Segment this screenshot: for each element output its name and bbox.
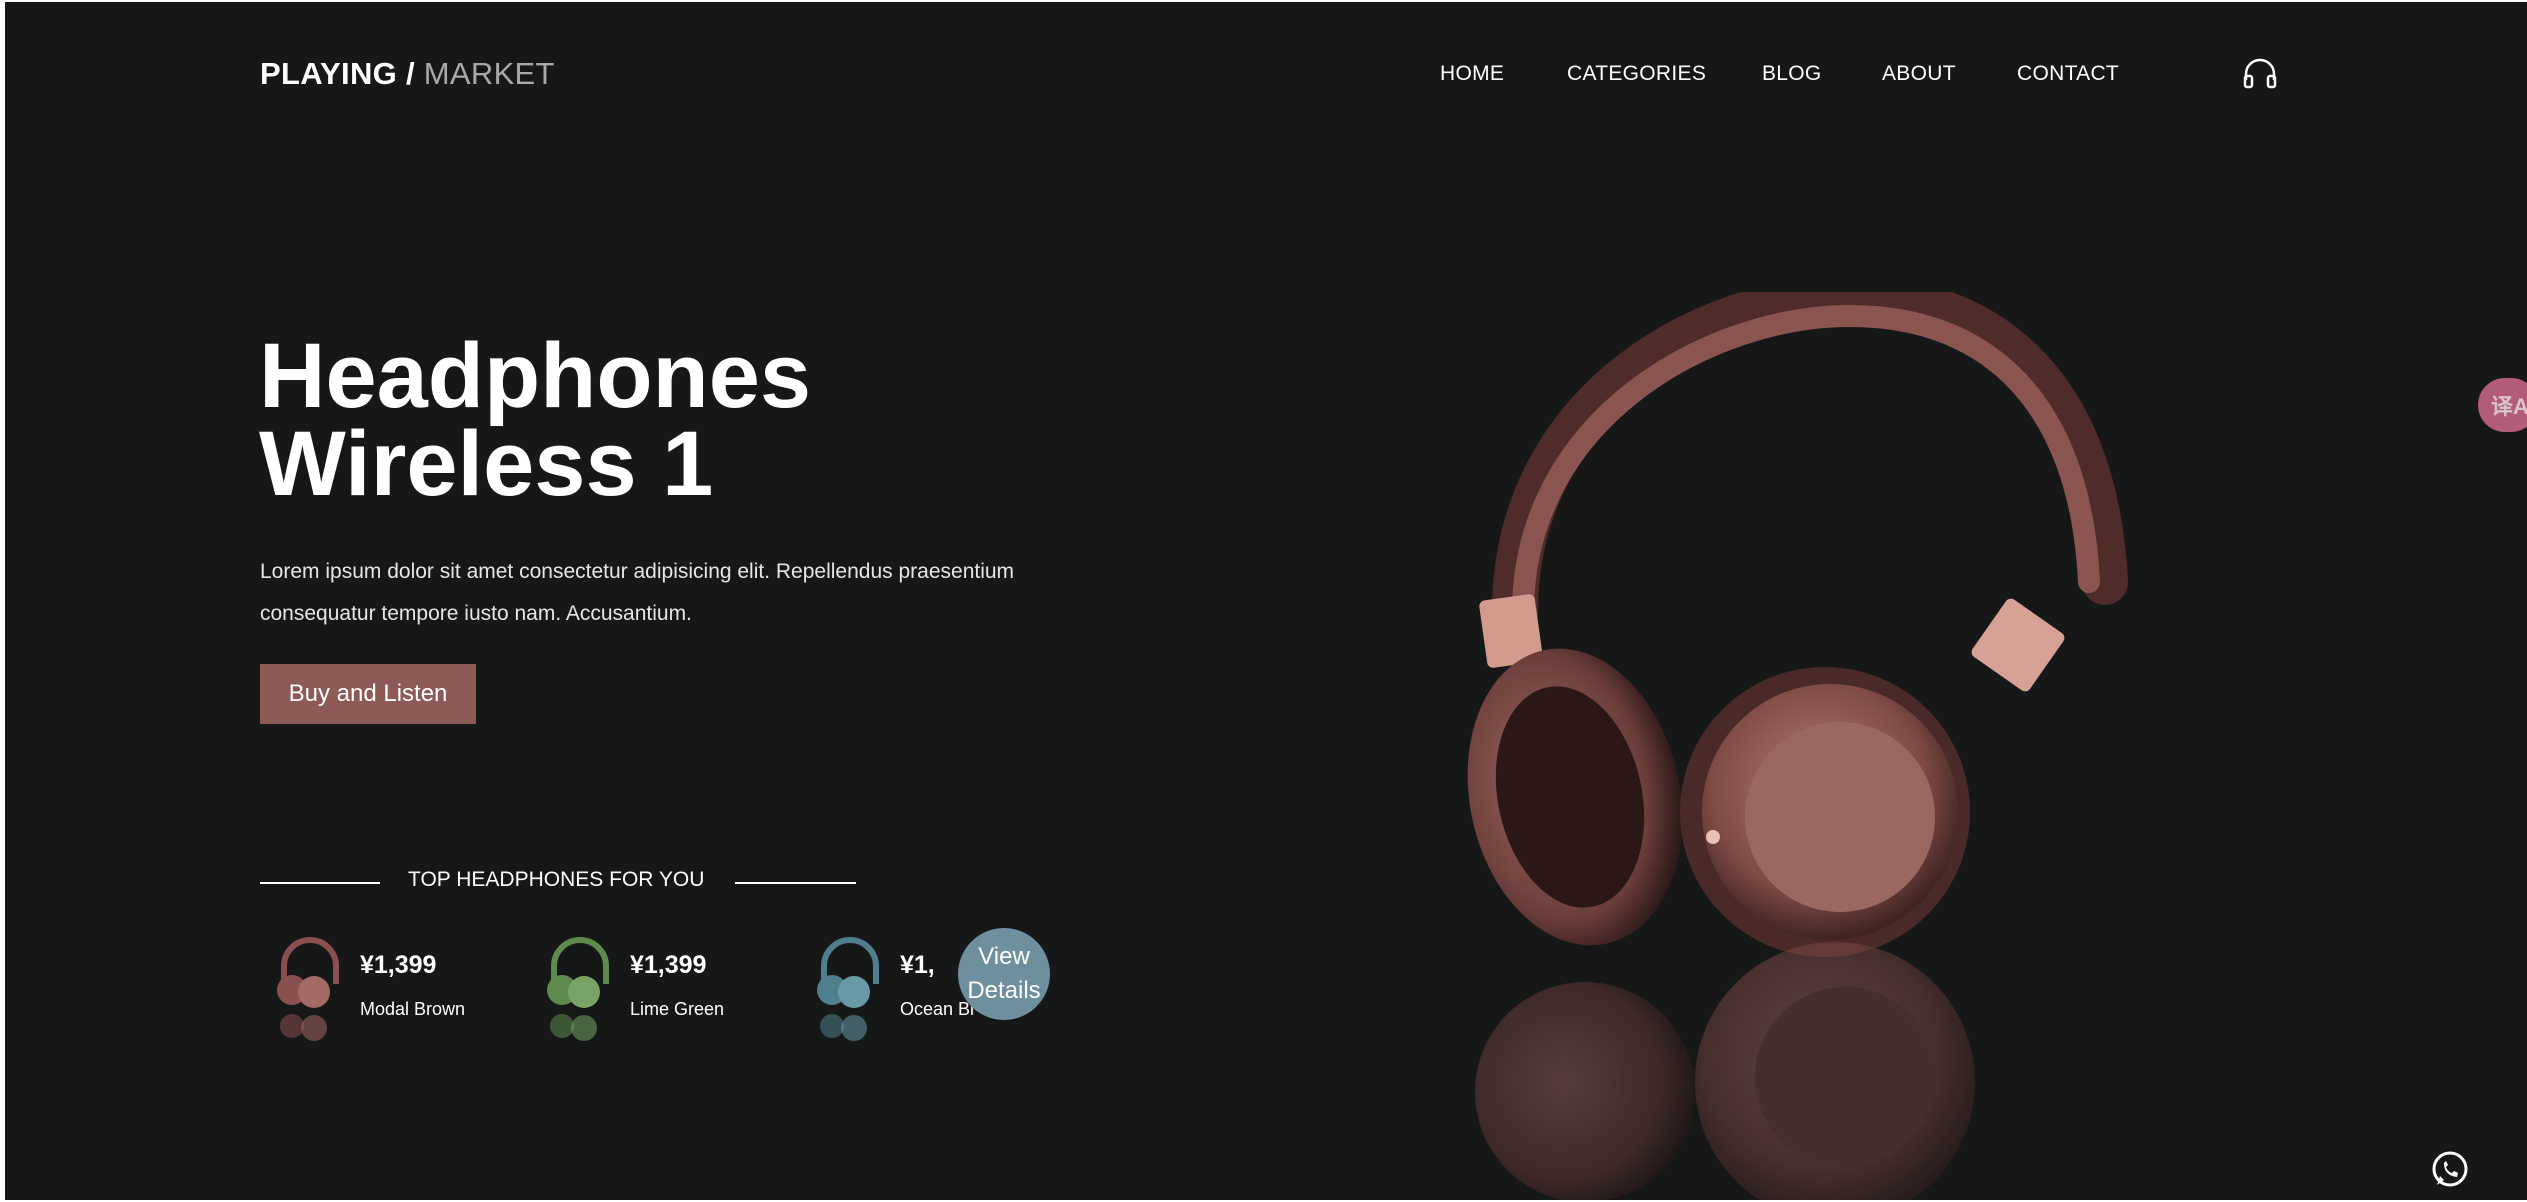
nav-contact[interactable]: CONTACT [2017, 62, 2119, 86]
view-details-button[interactable]: View Details [958, 928, 1050, 1020]
product-price: ¥1,399 [360, 951, 437, 979]
view-details-line2: Details [967, 977, 1041, 1004]
heading-divider-right [735, 882, 856, 884]
logo-secondary: MARKET [423, 56, 555, 91]
translate-icon[interactable]: 译A [2478, 378, 2527, 432]
site-logo[interactable]: PLAYING / MARKET [260, 56, 555, 92]
product-price: ¥1,399 [630, 951, 707, 979]
hero-description: Lorem ipsum dolor sit amet consectetur a… [260, 560, 1015, 625]
nav-about[interactable]: ABOUT [1882, 62, 1956, 86]
product-card-lime-green[interactable]: ¥1,399 Lime Green [530, 927, 760, 1047]
nav-blog[interactable]: BLOG [1762, 62, 1822, 86]
hero-title-line1: Headphones [259, 325, 812, 427]
product-thumbnail [277, 937, 339, 1041]
product-name: Lime Green [630, 999, 725, 1019]
nav-home[interactable]: HOME [1440, 62, 1504, 86]
product-thumbnail [547, 937, 609, 1041]
view-details-line1: View [978, 943, 1030, 970]
heading-divider-left [260, 882, 380, 884]
page-frame: PLAYING / MARKET HOME CATEGORIES BLOG AB… [5, 2, 2527, 1200]
top-headphones-title: TOP HEADPHONES FOR YOU [408, 868, 705, 891]
hero-title: Headphones Wireless 1 [259, 330, 1159, 510]
translate-label: 译A [2491, 394, 2527, 419]
headphones-icon[interactable] [2242, 56, 2278, 90]
product-thumbnail [817, 937, 879, 1041]
nav-categories[interactable]: CATEGORIES [1567, 62, 1706, 86]
logo-primary: PLAYING / [260, 56, 415, 91]
product-price: ¥1, [900, 951, 935, 979]
buy-and-listen-button[interactable]: Buy and Listen [260, 664, 476, 724]
top-headphones-heading: TOP HEADPHONES FOR YOU [260, 868, 856, 898]
hero-headphones-image [1467, 292, 2128, 1200]
hero-title-line2: Wireless 1 [259, 413, 714, 515]
whatsapp-icon[interactable] [2430, 1150, 2470, 1190]
product-name: Modal Brown [360, 999, 466, 1019]
product-card-modal-brown[interactable]: ¥1,399 Modal Brown [260, 927, 490, 1047]
product-name: Ocean Bl [900, 999, 975, 1019]
